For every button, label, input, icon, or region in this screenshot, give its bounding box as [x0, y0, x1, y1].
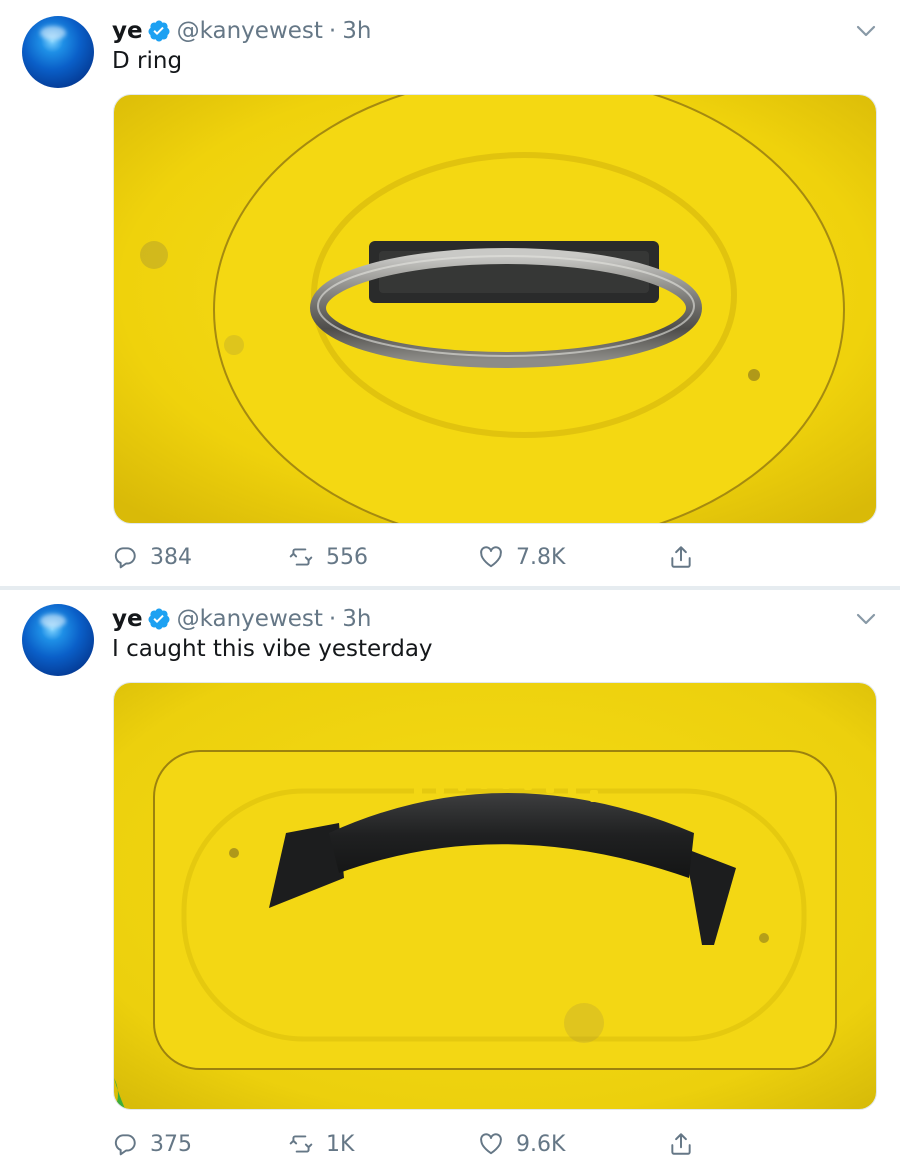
tweet-text: I caught this vibe yesterday	[112, 636, 433, 662]
timestamp[interactable]: 3h	[342, 18, 371, 44]
tweet-header: ye @kanyewest · 3h	[112, 604, 371, 634]
author-name[interactable]: ye	[112, 606, 143, 632]
reply-count: 384	[150, 544, 192, 570]
heart-icon	[480, 1133, 502, 1155]
like-count: 9.6K	[516, 1131, 566, 1157]
handle-photo	[114, 683, 876, 1109]
separator-dot: ·	[328, 18, 337, 44]
d-ring-photo	[114, 95, 876, 523]
reply-button[interactable]: 384	[112, 540, 192, 574]
retweet-button[interactable]: 1K	[288, 1127, 354, 1161]
reply-icon	[114, 1134, 136, 1156]
author-handle[interactable]: @kanyewest	[177, 606, 323, 632]
avatar[interactable]	[22, 16, 94, 88]
tweet-photo[interactable]	[113, 682, 877, 1110]
separator-dot: ·	[328, 606, 337, 632]
retweet-count: 1K	[326, 1131, 355, 1157]
author-name[interactable]: ye	[112, 18, 143, 44]
tweet-header: ye @kanyewest · 3h	[112, 16, 371, 46]
share-button[interactable]	[668, 540, 706, 574]
avatar[interactable]	[22, 604, 94, 676]
share-button[interactable]	[668, 1127, 706, 1161]
chevron-down-icon[interactable]	[855, 610, 877, 628]
verified-badge-icon	[148, 20, 170, 42]
verified-badge-icon	[148, 608, 170, 630]
like-button[interactable]: 9.6K	[478, 1127, 565, 1161]
reply-icon	[114, 547, 136, 569]
author-handle[interactable]: @kanyewest	[177, 18, 323, 44]
tweet[interactable]: ye @kanyewest · 3h I caught this vibe ye…	[0, 590, 900, 1173]
tweet[interactable]: ye @kanyewest · 3h D ring 384 556 7.8K	[0, 0, 900, 588]
retweet-count: 556	[326, 544, 368, 570]
share-icon	[671, 546, 691, 568]
like-button[interactable]: 7.8K	[478, 540, 565, 574]
retweet-button[interactable]: 556	[288, 540, 368, 574]
share-icon	[671, 1133, 691, 1155]
retweet-icon	[289, 1135, 313, 1153]
tweet-photo[interactable]	[113, 94, 877, 524]
tweet-text: D ring	[112, 48, 183, 74]
timestamp[interactable]: 3h	[342, 606, 371, 632]
heart-icon	[480, 546, 502, 568]
like-count: 7.8K	[516, 544, 566, 570]
reply-count: 375	[150, 1131, 192, 1157]
tweet-actions: 384 556 7.8K	[112, 540, 812, 574]
reply-button[interactable]: 375	[112, 1127, 192, 1161]
retweet-icon	[289, 548, 313, 566]
chevron-down-icon[interactable]	[855, 22, 877, 40]
tweet-actions: 375 1K 9.6K	[112, 1127, 812, 1161]
